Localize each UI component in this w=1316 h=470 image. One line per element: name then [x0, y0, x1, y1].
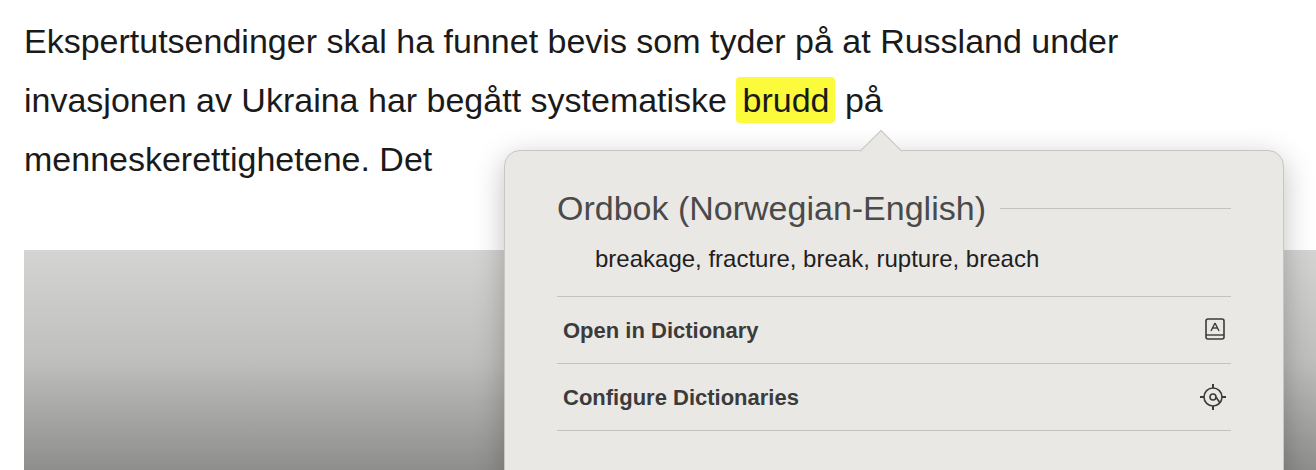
action-row[interactable]: Configure Dictionaries [557, 364, 1231, 431]
text-segment: menneskerettighetene. Det [24, 140, 432, 178]
title-rule [1000, 208, 1231, 209]
popup-arrow [860, 130, 902, 172]
gear-icon [1199, 383, 1227, 411]
popup-title-row: Ordbok (Norwegian-English) [557, 181, 1231, 235]
text-segment: Ekspertutsendinger skal ha funnet bevis … [24, 22, 1118, 60]
highlighted-word: brudd [736, 77, 835, 123]
text-segment: invasjonen av Ukraina har begått systema… [24, 81, 736, 119]
dictionary-popup: Ordbok (Norwegian-English)breakage, frac… [504, 150, 1284, 470]
article-line: Ekspertutsendinger skal ha funnet bevis … [24, 12, 1316, 71]
action-row[interactable]: Open in Dictionary [557, 297, 1231, 364]
article-line: invasjonen av Ukraina har begått systema… [24, 71, 1316, 130]
dictionary-book-icon [1203, 317, 1227, 343]
action-label[interactable]: Configure Dictionaries [563, 381, 799, 414]
definitions: breakage, fracture, break, rupture, brea… [557, 235, 1231, 283]
action-label[interactable]: Open in Dictionary [563, 314, 759, 347]
popup-content: Ordbok (Norwegian-English)breakage, frac… [505, 151, 1283, 431]
text-segment: på [835, 81, 882, 119]
action-list: Open in Dictionary Configure Dictionaries [557, 296, 1231, 431]
popup-title: Ordbok (Norwegian-English) [557, 183, 986, 234]
